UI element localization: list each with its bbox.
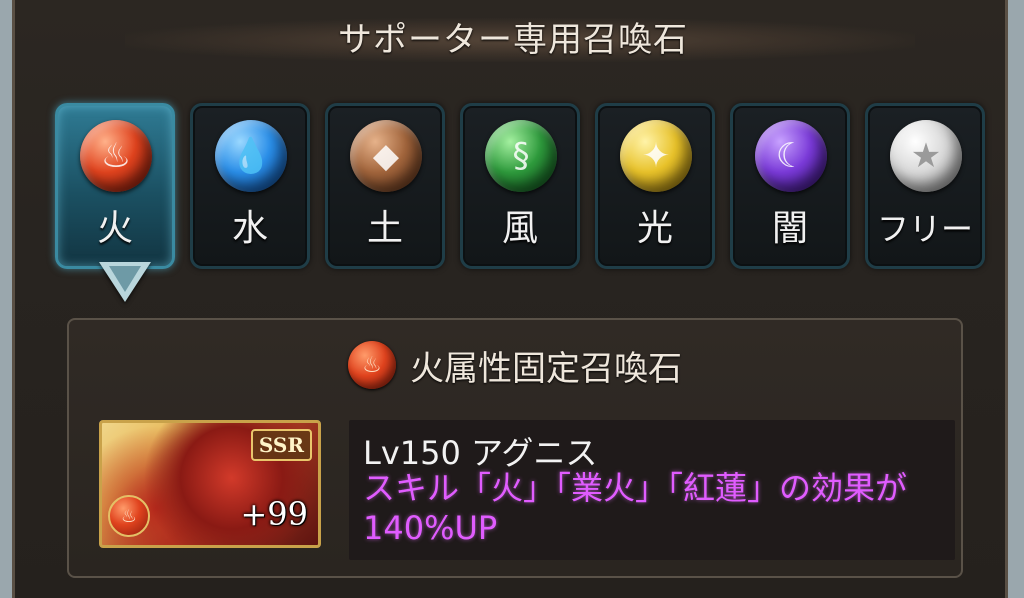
water-orb-icon: 💧 — [215, 120, 287, 192]
tab-label: 風 — [501, 208, 538, 249]
fire-element-icon: ♨ — [108, 495, 150, 537]
tab-label: 土 — [366, 208, 403, 249]
light-orb-icon: ✦ — [620, 120, 692, 192]
free-star-orb-icon: ★ — [890, 120, 962, 192]
plus-bonus: +99 — [240, 495, 308, 533]
summon-info[interactable]: Lv150 アグニス スキル「火」「業火」「紅蓮」の効果が140%UP — [349, 420, 955, 560]
tab-light[interactable]: ✦ 光 — [595, 103, 715, 269]
tab-label: フリー — [876, 210, 973, 248]
tab-label: 火 — [96, 208, 133, 249]
tab-wind[interactable]: § 風 — [460, 103, 580, 269]
fixed-summon-header: ♨ 火属性固定召喚石 — [69, 340, 961, 390]
supporter-summon-panel: サポーター専用召喚石 ♨ 火 💧 水 ◆ 土 § 風 ✦ 光 ☾ 闇 ★ フリー — [12, 0, 1008, 598]
tab-dark[interactable]: ☾ 闇 — [730, 103, 850, 269]
wind-orb-icon: § — [485, 120, 557, 192]
tab-label: 光 — [636, 208, 673, 249]
tab-earth[interactable]: ◆ 土 — [325, 103, 445, 269]
earth-orb-icon: ◆ — [350, 120, 422, 192]
pointer-gem-icon — [109, 266, 141, 292]
fixed-summon-box: ♨ 火属性固定召喚石 SSR ♨ +99 Lv150 アグニス スキル「火」「業… — [67, 318, 963, 578]
fixed-summon-title: 火属性固定召喚石 — [410, 348, 682, 389]
tab-label: 闇 — [771, 208, 808, 249]
tab-water[interactable]: 💧 水 — [190, 103, 310, 269]
summon-card-art[interactable]: SSR ♨ +99 — [99, 420, 321, 548]
tab-label: 水 — [231, 208, 268, 249]
tab-fire[interactable]: ♨ 火 — [55, 103, 175, 269]
tab-free[interactable]: ★ フリー — [865, 103, 985, 269]
dark-orb-icon: ☾ — [755, 120, 827, 192]
fire-element-icon: ♨ — [348, 341, 396, 389]
rarity-badge: SSR — [250, 429, 312, 461]
summon-skill-description: スキル「火」「業火」「紅蓮」の効果が140%UP — [363, 469, 908, 547]
page-title: サポーター専用召喚石 — [338, 20, 688, 60]
fire-orb-icon: ♨ — [80, 120, 152, 192]
